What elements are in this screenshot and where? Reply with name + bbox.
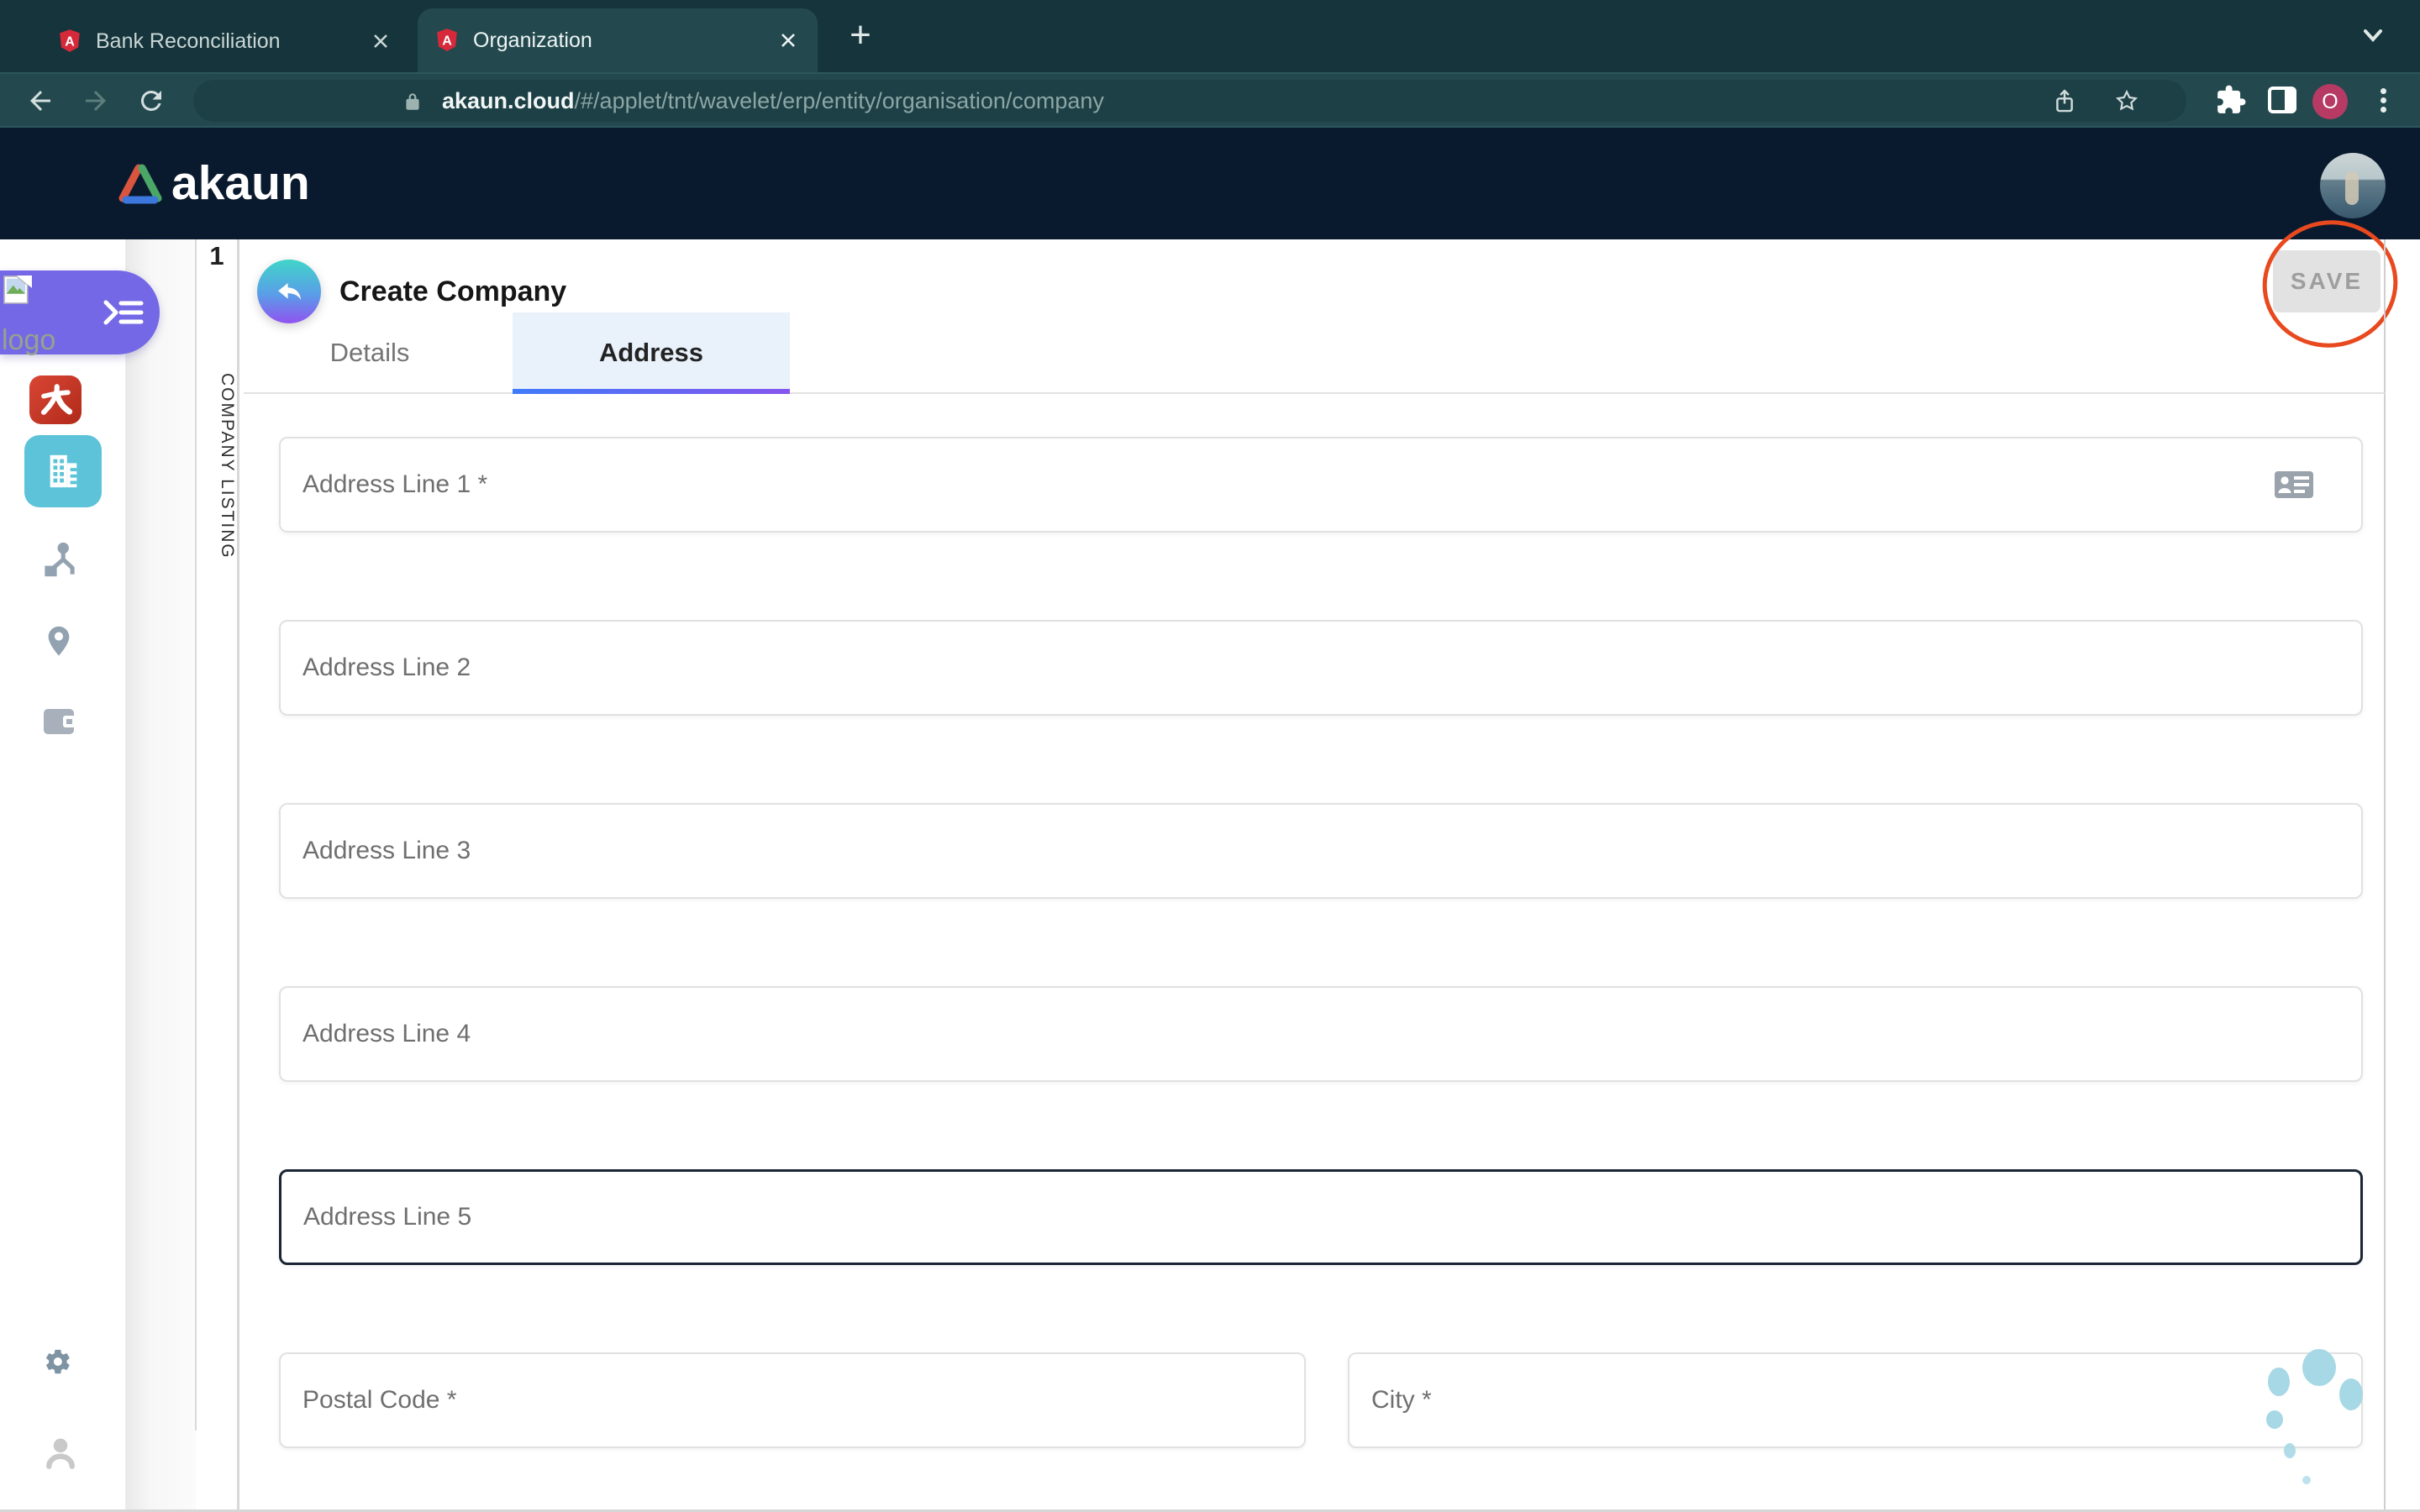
- sidebar-logo-pill[interactable]: logo: [0, 270, 160, 356]
- url-host: akaun.cloud: [442, 88, 575, 113]
- svg-text:A: A: [65, 34, 75, 49]
- sidebar-settings-gear-icon[interactable]: [44, 1347, 72, 1377]
- avatar-photo: [2345, 171, 2359, 205]
- tab-search-chevron-icon[interactable]: [2358, 20, 2388, 55]
- broken-image-icon: [3, 276, 32, 304]
- collapsed-panel: [126, 239, 196, 1512]
- listing-label: COMPANY LISTING: [218, 373, 237, 559]
- reload-icon[interactable]: [136, 86, 166, 116]
- new-tab-button[interactable]: +: [842, 17, 879, 55]
- extensions-puzzle-icon[interactable]: [2215, 84, 2246, 114]
- screen: A Bank Reconciliation A Organization + a…: [0, 0, 2420, 1512]
- address-line-2-field: [279, 620, 2363, 716]
- sidebar-wallet-icon[interactable]: [42, 706, 76, 737]
- main-content: 1 COMPANY LISTING logo Create Company SA…: [0, 220, 2420, 1512]
- address-line-4-field: [279, 986, 2363, 1082]
- tab-title: Organization: [473, 28, 592, 52]
- address-line-4-input[interactable]: [279, 986, 2363, 1082]
- padlock-icon: [406, 93, 419, 110]
- back-icon[interactable]: [25, 86, 55, 116]
- address-line-3-field: [279, 803, 2363, 899]
- sidebar-app-dai-icon[interactable]: [29, 375, 82, 424]
- address-line-2-input[interactable]: [279, 620, 2363, 716]
- active-tab-underline: [513, 389, 790, 394]
- angular-favicon: A: [437, 29, 457, 51]
- browser-tab-organization[interactable]: A Organization: [418, 8, 818, 72]
- address-line-3-input[interactable]: [279, 803, 2363, 899]
- brand-name: akaun: [171, 156, 310, 210]
- city-field: [1348, 1352, 2363, 1448]
- bookmark-star-icon[interactable]: [2114, 88, 2139, 113]
- back-arrow-icon: [278, 283, 302, 300]
- postal-code-input[interactable]: [279, 1352, 1306, 1448]
- browser-toolbar: akaun.cloud/#/applet/tnt/wavelet/erp/ent…: [0, 72, 2420, 128]
- collapse-menu-icon[interactable]: [103, 299, 145, 326]
- url-bar[interactable]: akaun.cloud/#/applet/tnt/wavelet/erp/ent…: [193, 80, 2186, 122]
- side-panel-icon[interactable]: [2267, 86, 2297, 116]
- logo-alt-text: logo: [2, 324, 56, 356]
- listing-index: 1: [209, 241, 224, 270]
- app-header: akaun: [0, 128, 2420, 239]
- listing-strip[interactable]: 1 COMPANY LISTING: [197, 239, 239, 1512]
- tab-address-label: Address: [598, 338, 704, 367]
- city-input[interactable]: [1348, 1352, 2363, 1448]
- tab-close-icon[interactable]: [776, 28, 801, 53]
- angular-favicon: A: [60, 29, 80, 52]
- browser-tab-bank-reconciliation[interactable]: A Bank Reconciliation: [40, 10, 410, 72]
- url-path: /#/applet/tnt/wavelet/erp/entity/organis…: [574, 88, 1104, 113]
- address-line-1-field: [279, 437, 2363, 533]
- browser-tabstrip: A Bank Reconciliation A Organization +: [0, 0, 2420, 72]
- address-line-5-input[interactable]: [279, 1169, 2363, 1265]
- scrollbar-track[interactable]: [2384, 239, 2386, 1512]
- page-title: Create Company: [339, 276, 567, 307]
- sidebar-app-organization-icon[interactable]: [24, 435, 102, 507]
- forward-icon[interactable]: [81, 86, 111, 116]
- sidebar-account-icon[interactable]: [42, 1436, 79, 1473]
- share-icon[interactable]: [2052, 88, 2077, 115]
- svg-text:A: A: [442, 33, 452, 48]
- user-avatar[interactable]: [2320, 153, 2386, 218]
- browser-profile-badge[interactable]: O: [2312, 84, 2348, 119]
- browser-menu-icon[interactable]: [2381, 85, 2387, 118]
- save-button[interactable]: SAVE: [2273, 250, 2381, 312]
- address-line-1-input[interactable]: [279, 437, 2363, 533]
- tab-title: Bank Reconciliation: [96, 29, 281, 53]
- page-tabs: Details Address: [244, 312, 2385, 394]
- contact-card-icon[interactable]: [2274, 467, 2314, 502]
- postal-code-field: [279, 1352, 1306, 1448]
- tab-details[interactable]: Details: [277, 312, 462, 392]
- tab-address[interactable]: Address: [513, 312, 790, 394]
- url-text: akaun.cloud/#/applet/tnt/wavelet/erp/ent…: [442, 80, 1104, 122]
- sidebar-org-structure-icon[interactable]: [42, 540, 77, 579]
- tab-close-icon[interactable]: [368, 29, 393, 54]
- address-line-5-field: [279, 1169, 2363, 1265]
- akaun-logo-icon: [118, 164, 162, 204]
- sidebar-locations-icon[interactable]: [44, 624, 74, 663]
